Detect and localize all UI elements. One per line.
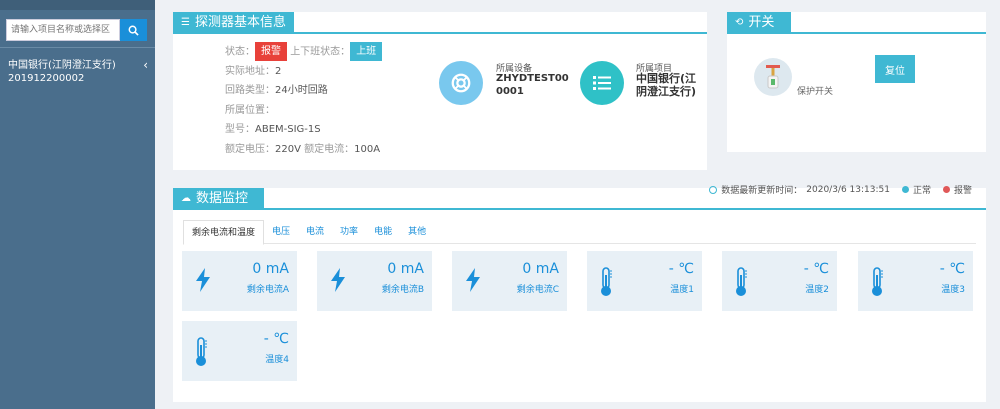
alarm-legend-dot <box>942 186 950 193</box>
detector-info-fields: 状态： 报警 上下班状态： 上班 实际地址：2 回路类型：24小时回路 所属位置： … <box>225 42 383 159</box>
clock-icon <box>709 185 718 194</box>
normal-legend-dot <box>901 186 909 193</box>
monitor-card: - ℃ 温度4 <box>182 321 297 381</box>
monitor-tabs: 剩余电流和温度 电压 电流 功率 电能 其他 <box>183 220 976 245</box>
monitor-card: 0 mA 剩余电流A <box>182 251 297 311</box>
data-monitor-title: ☁ 数据监控 <box>173 188 264 210</box>
switch-header: ⟲ 开关 <box>727 12 986 34</box>
sliders-icon: ☰ <box>181 17 190 28</box>
tab-voltage[interactable]: 电压 <box>264 220 298 243</box>
sidebar-item-name: 中国银行(江阴澄江支行) <box>8 60 116 71</box>
status-badge: 报警 <box>255 42 287 61</box>
project-search-input[interactable] <box>6 19 120 41</box>
monitor-card: 0 mA 剩余电流C <box>452 251 567 311</box>
search-icon <box>128 25 139 36</box>
cloud-icon: ☁ <box>181 193 191 204</box>
tab-current[interactable]: 电流 <box>298 220 332 243</box>
tab-other[interactable]: 其他 <box>400 220 434 243</box>
rating-row: 额定电压：220V 额定电流：100A <box>225 143 381 155</box>
address-row: 实际地址：2 <box>225 65 282 77</box>
update-time: 2020/3/6 13:13:51 <box>806 184 890 195</box>
tab-residual-current-temperature[interactable]: 剩余电流和温度 <box>183 220 265 245</box>
data-monitor-header: ☁ 数据监控 数据最新更新时间： 2020/3/6 13:13:51 正常 报警 <box>173 185 986 210</box>
detector-info-title: ☰ 探测器基本信息 <box>173 12 294 34</box>
switch-panel: ⟲ 开关 保护开关 复位 <box>727 12 986 152</box>
refresh-icon: ⟲ <box>735 17 744 28</box>
project-search <box>6 19 147 41</box>
thermometer-icon <box>736 267 747 296</box>
detector-info-panel: ☰ 探测器基本信息 状态： 报警 上下班状态： 上班 实际地址：2 回路类型：24小… <box>173 12 707 170</box>
search-button[interactable] <box>120 19 147 41</box>
location-row: 所属位置： <box>225 104 275 116</box>
sidebar-item-project[interactable]: 中国银行(江阴澄江支行) 201912200002 ‹ <box>8 59 148 85</box>
list-icon <box>580 61 624 105</box>
thermometer-icon <box>601 267 612 296</box>
switch-title: ⟲ 开关 <box>727 12 791 34</box>
project-value: 中国银行(江 阴澄江支行) <box>636 72 697 98</box>
shift-badge: 上班 <box>350 42 383 61</box>
lightning-icon <box>196 268 210 292</box>
status-row: 状态： 报警 上下班状态： 上班 <box>225 42 383 62</box>
sidebar-divider <box>0 47 155 48</box>
update-info: 数据最新更新时间： 2020/3/6 13:13:51 正常 报警 <box>709 183 986 196</box>
breaker-switch-icon <box>754 58 792 96</box>
thermometer-icon <box>872 267 883 296</box>
monitor-card: 0 mA 剩余电流B <box>317 251 432 311</box>
model-row: 型号：ABEM-SIG-1S <box>225 124 321 135</box>
loop-type-row: 回路类型：24小时回路 <box>225 85 328 96</box>
tab-energy[interactable]: 电能 <box>366 220 400 243</box>
lightning-icon <box>331 268 345 292</box>
device-value: ZHYDTEST00 0001 <box>496 73 569 97</box>
chevron-left-icon[interactable]: ‹ <box>143 59 148 72</box>
sidebar: 中国银行(江阴澄江支行) 201912200002 ‹ <box>0 0 155 409</box>
data-monitor-panel: ☁ 数据监控 数据最新更新时间： 2020/3/6 13:13:51 正常 报警… <box>173 185 986 402</box>
tab-power[interactable]: 功率 <box>332 220 366 243</box>
sidebar-top-bar <box>0 0 155 10</box>
protection-switch-label: 保护开关 <box>797 87 834 97</box>
reset-button[interactable]: 复位 <box>875 55 915 83</box>
monitor-card: - ℃ 温度1 <box>587 251 702 311</box>
monitor-card: - ℃ 温度2 <box>722 251 837 311</box>
sidebar-item-code: 201912200002 <box>8 73 85 84</box>
lightning-icon <box>466 268 480 292</box>
thermometer-icon <box>196 337 207 366</box>
detector-info-header: ☰ 探测器基本信息 <box>173 12 707 34</box>
monitor-card: - ℃ 温度3 <box>858 251 973 311</box>
device-icon <box>439 61 483 105</box>
